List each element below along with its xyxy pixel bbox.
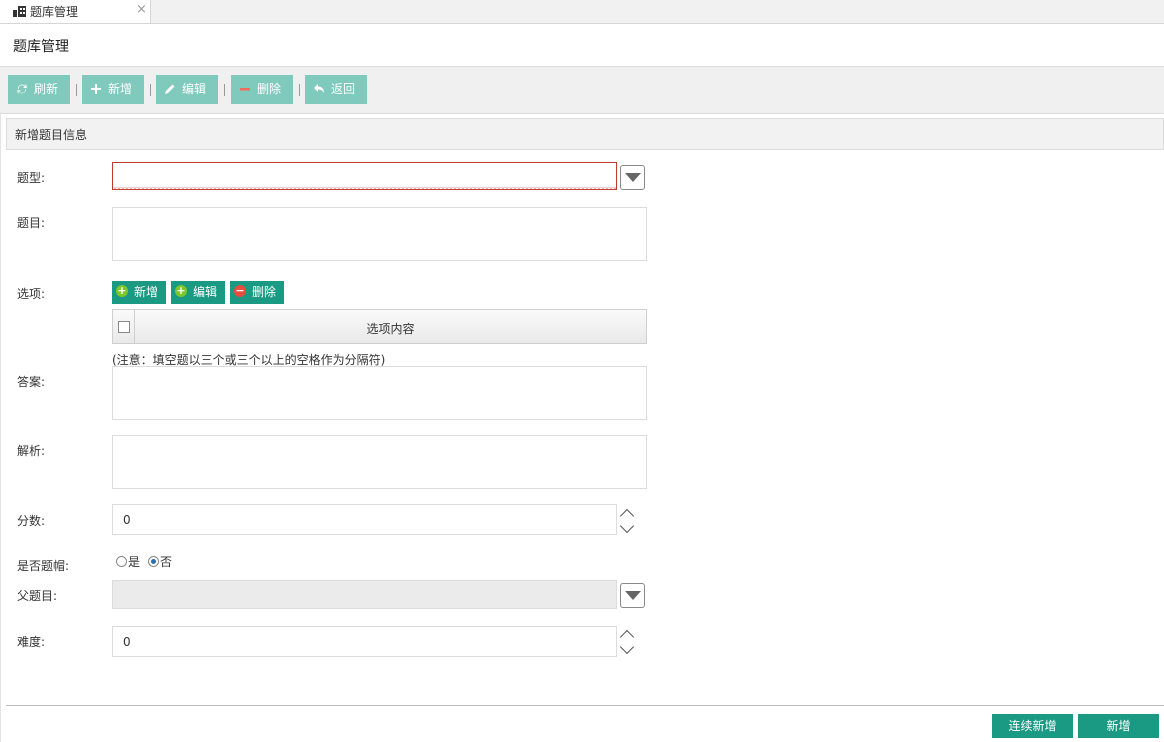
difficulty-value: 0 (123, 635, 131, 649)
chevron-down-icon[interactable] (619, 639, 635, 655)
parent-select[interactable] (112, 580, 617, 609)
refresh-icon (17, 84, 27, 94)
select-all-cell (113, 310, 135, 343)
toolbar-divider (299, 84, 300, 96)
back-arrow-icon (314, 84, 324, 93)
section-header: 新增题目信息 (6, 118, 1164, 150)
type-dropdown-arrow-icon[interactable] (620, 165, 645, 190)
difficulty-input[interactable]: 0 (112, 626, 617, 657)
plus-circle-icon: + (116, 284, 128, 297)
chevron-down-icon[interactable] (619, 518, 635, 534)
options-label: 选项: (17, 287, 46, 301)
question-label: 题目: (17, 216, 46, 230)
delete-label: 删除 (257, 82, 282, 96)
submit-add-button[interactable]: 新增 (1078, 714, 1159, 738)
difficulty-label: 难度: (17, 635, 46, 649)
option-delete-button[interactable]: − 删除 (230, 281, 284, 304)
score-value: 0 (123, 513, 131, 527)
toolbar-divider (150, 84, 151, 96)
tab-question-bank[interactable]: 题库管理 × (0, 0, 151, 23)
radio-yes[interactable] (116, 556, 127, 567)
score-input[interactable]: 0 (112, 504, 617, 535)
page-title: 题库管理 (13, 39, 69, 55)
add-label: 新增 (108, 82, 133, 96)
minus-icon (240, 88, 250, 91)
tab-bar: 题库管理 × (0, 0, 1164, 24)
tab-label: 题库管理 (30, 5, 79, 19)
options-column-header: 选项内容 (366, 322, 415, 336)
radio-no-label: 否 (160, 555, 173, 569)
question-textarea[interactable] (112, 207, 647, 261)
option-edit-label: 编辑 (193, 285, 218, 299)
parent-dropdown-arrow-icon[interactable] (620, 583, 645, 608)
score-spinner[interactable] (619, 507, 636, 534)
plus-circle-icon: + (175, 284, 187, 297)
radio-yes-label: 是 (128, 555, 141, 569)
parent-label: 父题目: (17, 589, 58, 603)
section-title: 新增题目信息 (15, 128, 88, 142)
back-label: 返回 (331, 82, 356, 96)
plus-icon (91, 84, 101, 94)
analysis-label: 解析: (17, 444, 46, 458)
refresh-label: 刷新 (34, 82, 59, 96)
select-all-checkbox[interactable] (118, 321, 130, 333)
footer-divider (6, 705, 1164, 706)
option-add-label: 新增 (134, 285, 159, 299)
option-delete-label: 删除 (252, 285, 277, 299)
delete-button[interactable]: 删除 (231, 75, 293, 104)
pencil-icon (165, 84, 175, 94)
edit-button[interactable]: 编辑 (156, 75, 218, 104)
score-label: 分数: (17, 514, 46, 528)
option-add-button[interactable]: + 新增 (112, 281, 166, 304)
back-button[interactable]: 返回 (305, 75, 367, 104)
close-icon[interactable]: × (136, 2, 147, 17)
radio-no[interactable] (148, 556, 159, 567)
refresh-button[interactable]: 刷新 (8, 75, 70, 104)
difficulty-spinner[interactable] (619, 628, 636, 655)
edit-label: 编辑 (182, 82, 207, 96)
analysis-textarea[interactable] (112, 435, 647, 489)
add-button[interactable]: 新增 (82, 75, 144, 104)
is-parent-label: 是否题帽: (17, 559, 70, 573)
option-edit-button[interactable]: + 编辑 (171, 281, 225, 304)
continue-add-button[interactable]: 连续新增 (992, 714, 1073, 738)
validation-underline (113, 187, 616, 190)
answer-label: 答案: (17, 375, 46, 389)
options-grid: 选项内容 (112, 309, 647, 344)
grid-icon (13, 6, 26, 17)
left-border (0, 112, 1, 742)
type-label: 题型: (17, 171, 46, 185)
minus-circle-icon: − (234, 284, 246, 297)
toolbar-divider (76, 84, 77, 96)
answer-textarea[interactable] (112, 366, 647, 420)
type-select[interactable] (112, 162, 617, 190)
toolbar: 刷新 新增 编辑 删除 返回 (0, 66, 1164, 114)
toolbar-divider (224, 84, 225, 96)
